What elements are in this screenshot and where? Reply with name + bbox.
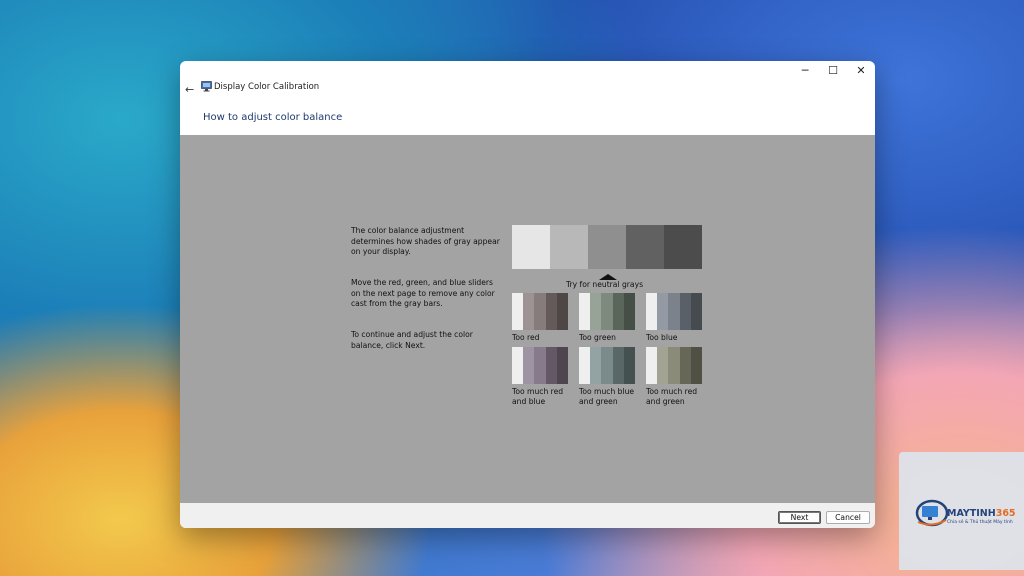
swatch-stripe (646, 293, 658, 330)
swatch-stripe (590, 347, 602, 384)
gray-bar-3 (588, 225, 626, 269)
color-sample: Too much blue and green (579, 347, 636, 407)
color-sample-label: Too blue (646, 333, 678, 342)
swatch-stripe (545, 347, 557, 384)
color-sample: Too red (512, 293, 569, 343)
swatch-stripe (612, 347, 624, 384)
next-button[interactable]: Next (778, 511, 821, 524)
back-arrow-icon[interactable]: ← (185, 83, 194, 96)
swatch-stripe (556, 293, 569, 330)
brand-tagline: Chia sẻ & Thủ thuật Máy tính (947, 520, 1013, 525)
calibration-window: ← Display Color Calibration ─ ☐ ✕ How to… (180, 61, 875, 528)
continue-paragraph: To continue and adjust the color balance… (351, 330, 473, 350)
swatch-stripe (690, 293, 703, 330)
swatch-stripe (523, 347, 535, 384)
swatch-stripe (601, 293, 613, 330)
gray-bar-1 (512, 225, 550, 269)
swatch-stripe (534, 347, 546, 384)
maximize-icon[interactable]: ☐ (819, 61, 847, 79)
color-sample-label: Too green (579, 333, 616, 342)
color-sample-label: Too much red and green (646, 387, 698, 406)
gray-bar-4 (626, 225, 664, 269)
swatch-stripe (579, 293, 591, 330)
maytinh365-logo-icon (915, 499, 949, 527)
instructions-paragraph: Move the red, green, and blue sliders on… (351, 278, 495, 308)
neutral-grays-caption: Try for neutral grays (566, 280, 644, 289)
color-sample-swatch (579, 293, 636, 330)
color-sample: Too green (579, 293, 636, 343)
color-sample-swatch (646, 293, 703, 330)
swatch-stripe (579, 347, 591, 384)
swatch-stripe (690, 347, 703, 384)
swatch-stripe (657, 347, 669, 384)
display-calibration-app-icon (201, 81, 212, 92)
color-sample-label: Too much blue and green (579, 387, 635, 406)
window-controls: ─ ☐ ✕ (791, 61, 875, 79)
swatch-stripe (612, 293, 624, 330)
color-sample-swatch (512, 347, 569, 384)
swatch-stripe (623, 347, 636, 384)
swatch-stripe (512, 347, 524, 384)
swatch-stripe (623, 293, 636, 330)
swatch-stripe (668, 347, 680, 384)
color-sample-swatch (646, 347, 703, 384)
brand-watermark: MAYTINH365 Chia sẻ & Thủ thuật Máy tính (899, 452, 1024, 570)
swatch-stripe (679, 347, 691, 384)
swatch-stripe (657, 293, 669, 330)
color-sample: Too much red and green (646, 347, 703, 407)
cancel-button[interactable]: Cancel (826, 511, 870, 524)
content-area: The color balance adjustment determines … (180, 135, 875, 503)
intro-paragraph: The color balance adjustment determines … (351, 226, 500, 256)
page-heading: How to adjust color balance (203, 112, 343, 123)
close-icon[interactable]: ✕ (847, 61, 875, 79)
swatch-stripe (512, 293, 524, 330)
swatch-stripe (601, 347, 613, 384)
brand-name: MAYTINH365 (947, 508, 1016, 519)
swatch-stripe (590, 293, 602, 330)
swatch-stripe (556, 347, 569, 384)
color-sample-swatch (512, 293, 569, 330)
window-title: Display Color Calibration (214, 82, 320, 92)
color-sample: Too much red and blue (512, 347, 569, 407)
title-bar: ← Display Color Calibration ─ ☐ ✕ (180, 61, 875, 111)
swatch-stripe (679, 293, 691, 330)
color-sample-swatch (579, 347, 636, 384)
swatch-stripe (534, 293, 546, 330)
gray-bar-5 (664, 225, 702, 269)
swatch-stripe (646, 347, 658, 384)
swatch-stripe (523, 293, 535, 330)
color-sample-label: Too much red and blue (512, 387, 564, 406)
swatch-stripe (668, 293, 680, 330)
color-sample: Too blue (646, 293, 703, 343)
neutral-gray-bars (512, 225, 702, 269)
color-sample-label: Too red (512, 333, 540, 342)
swatch-stripe (545, 293, 557, 330)
footer-bar: Next Cancel (180, 503, 875, 528)
minimize-icon[interactable]: ─ (791, 61, 819, 79)
gray-bar-2 (550, 225, 588, 269)
